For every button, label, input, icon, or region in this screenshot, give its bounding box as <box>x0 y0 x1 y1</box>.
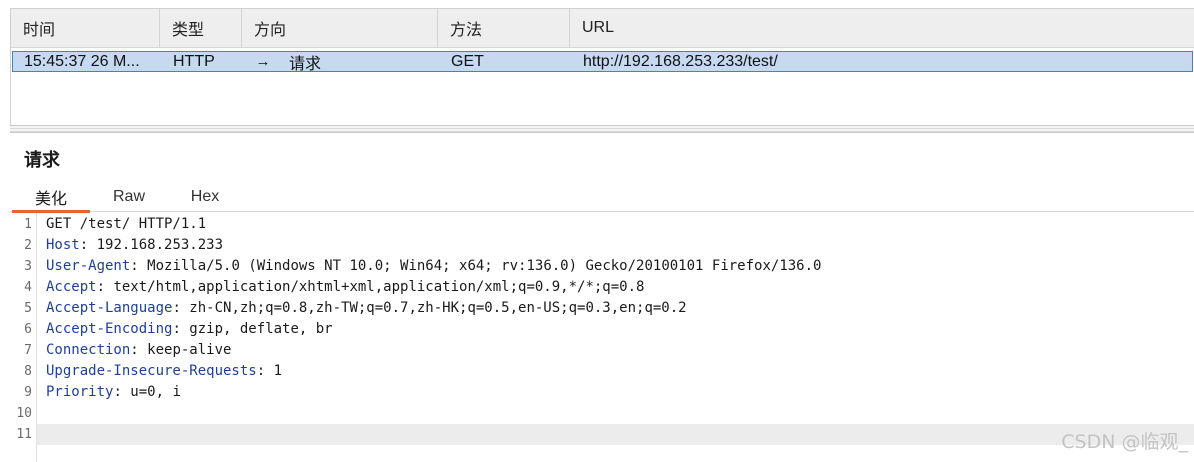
tab-pretty[interactable]: 美化 <box>12 182 90 213</box>
header-separator: : <box>96 279 106 295</box>
code-area <box>37 424 1194 445</box>
history-table-header: 时间 类型 方向 方法 URL <box>11 9 1194 48</box>
line-number: 9 <box>24 385 32 400</box>
header-name: Host <box>46 237 80 253</box>
column-header-direction[interactable]: 方向 <box>242 9 438 47</box>
code-line: Host: 192.168.253.233 <box>46 235 223 256</box>
header-value: zh-CN,zh;q=0.8,zh-TW;q=0.7,zh-HK;q=0.5,e… <box>180 300 687 316</box>
code-line: Connection: keep-alive <box>46 340 231 361</box>
code-area: User-Agent: Mozilla/5.0 (Windows NT 10.0… <box>37 256 1194 277</box>
editor-line[interactable]: 10 <box>10 403 1194 424</box>
code-line: Accept-Language: zh-CN,zh;q=0.8,zh-TW;q=… <box>46 298 687 319</box>
code-area: GET /test/ HTTP/1.1 <box>37 214 1194 235</box>
column-header-type[interactable]: 类型 <box>160 9 242 47</box>
code-line: User-Agent: Mozilla/5.0 (Windows NT 10.0… <box>46 256 821 277</box>
header-value: text/html,application/xhtml+xml,applicat… <box>105 279 645 295</box>
panel-splitter[interactable] <box>10 125 1194 133</box>
panel-title: 请求 <box>24 150 60 170</box>
header-value: Mozilla/5.0 (Windows NT 10.0; Win64; x64… <box>138 258 822 274</box>
header-name: Accept <box>46 279 97 295</box>
header-separator: : <box>130 342 139 358</box>
tab-hex[interactable]: Hex <box>178 182 232 211</box>
header-value: u=0, i <box>121 384 181 400</box>
code-area: Priority: u=0, i <box>37 382 1194 403</box>
editor-line[interactable]: 6 Accept-Encoding: gzip, deflate, br <box>10 319 1194 340</box>
column-header-method[interactable]: 方法 <box>438 9 570 47</box>
header-separator: : <box>130 258 139 274</box>
table-row[interactable]: 15:45:37 26 M... HTTP → 请求 GET http://19… <box>12 51 1193 72</box>
cell-direction-label: 请求 <box>289 55 322 72</box>
cell-method: GET <box>451 52 484 70</box>
line-number: 3 <box>24 259 32 274</box>
editor-line[interactable]: 1 GET /test/ HTTP/1.1 <box>10 214 1194 235</box>
code-line: GET /test/ HTTP/1.1 <box>46 214 206 235</box>
column-header-time[interactable]: 时间 <box>11 9 160 47</box>
header-name: Accept-Encoding <box>46 321 173 337</box>
editor-line[interactable]: 7 Connection: keep-alive <box>10 340 1194 361</box>
header-name: Connection <box>46 342 131 358</box>
code-line: Accept-Encoding: gzip, deflate, br <box>46 319 333 340</box>
line-number: 11 <box>16 427 32 442</box>
code-area <box>37 403 1194 424</box>
header-name: Accept-Language <box>46 300 173 316</box>
editor-line[interactable]: 5 Accept-Language: zh-CN,zh;q=0.8,zh-TW;q… <box>10 298 1194 319</box>
header-separator: : <box>172 321 181 337</box>
code-area: Connection: keep-alive <box>37 340 1194 361</box>
cell-url: http://192.168.253.233/test/ <box>583 52 778 70</box>
code-line: Accept: text/html,application/xhtml+xml,… <box>46 277 644 298</box>
editor-line[interactable]: 4 Accept: text/html,application/xhtml+xml… <box>10 277 1194 298</box>
column-header-url[interactable]: URL <box>570 9 1194 47</box>
code-area: Accept: text/html,application/xhtml+xml,… <box>37 277 1194 298</box>
line-number: 4 <box>24 280 32 295</box>
header-separator: : <box>113 384 122 400</box>
code-line: Priority: u=0, i <box>46 382 181 403</box>
header-name: Priority <box>46 384 114 400</box>
cell-time: 15:45:37 26 M... <box>24 52 140 70</box>
header-separator: : <box>79 237 89 253</box>
right-arrow-icon: → <box>255 53 271 70</box>
line-number: 6 <box>24 322 32 337</box>
editor-line[interactable]: 9 Priority: u=0, i <box>10 382 1194 403</box>
header-name: Upgrade-Insecure-Requests <box>46 363 257 379</box>
code-area: Upgrade-Insecure-Requests: 1 <box>37 361 1194 382</box>
header-value: keep-alive <box>138 342 232 358</box>
code-line: Upgrade-Insecure-Requests: 1 <box>46 361 282 382</box>
cell-type: HTTP <box>173 52 215 70</box>
editor-line[interactable]: 2 Host: 192.168.253.233 <box>10 235 1194 256</box>
editor-line[interactable]: 3 User-Agent: Mozilla/5.0 (Windows NT 10.… <box>10 256 1194 277</box>
code-area: Accept-Encoding: gzip, deflate, br <box>37 319 1194 340</box>
request-line: GET /test/ HTTP/1.1 <box>46 216 207 232</box>
header-value: 1 <box>265 363 283 379</box>
cell-direction: → 请求 <box>244 52 440 71</box>
line-number: 7 <box>24 343 32 358</box>
request-editor[interactable]: 1 GET /test/ HTTP/1.1 2 Host: 192.168.253.2… <box>10 213 1194 462</box>
editor-line[interactable]: 11 <box>10 424 1194 445</box>
header-value: gzip, deflate, br <box>180 321 333 337</box>
watermark: CSDN @临观_ <box>1061 431 1188 453</box>
header-value: 192.168.253.233 <box>88 237 224 253</box>
tab-raw[interactable]: Raw <box>102 182 156 211</box>
view-tabs: 美化 Raw Hex <box>10 182 1194 213</box>
line-number: 1 <box>24 217 32 232</box>
history-table: 时间 类型 方向 方法 URL 15:45:37 26 M... HTTP → … <box>10 8 1194 125</box>
editor-line[interactable]: 8 Upgrade-Insecure-Requests: 1 <box>10 361 1194 382</box>
line-number: 10 <box>16 406 32 421</box>
header-separator: : <box>172 300 181 316</box>
header-name: User-Agent <box>46 258 131 274</box>
code-area: Accept-Language: zh-CN,zh;q=0.8,zh-TW;q=… <box>37 298 1194 319</box>
code-area: Host: 192.168.253.233 <box>37 235 1194 256</box>
header-separator: : <box>256 363 266 379</box>
line-number: 8 <box>24 364 32 379</box>
line-number: 5 <box>24 301 32 316</box>
line-number: 2 <box>24 238 32 253</box>
